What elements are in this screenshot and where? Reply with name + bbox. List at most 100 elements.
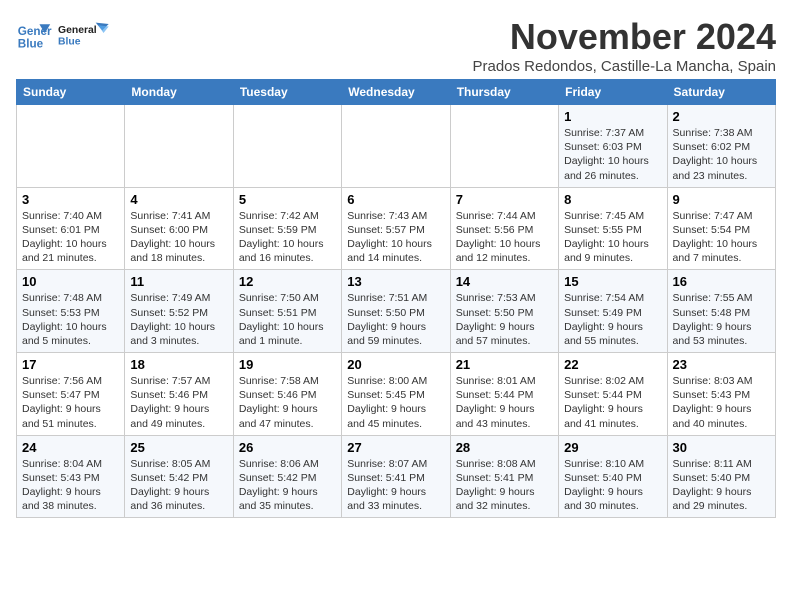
location-title: Prados Redondos, Castille-La Mancha, Spa… xyxy=(472,58,776,75)
calendar-cell: 3 Sunrise: 7:40 AM Sunset: 6:01 PM Daylig… xyxy=(17,187,125,270)
calendar-cell: 5 Sunrise: 7:42 AM Sunset: 5:59 PM Daylig… xyxy=(233,187,341,270)
day-number: 5 xyxy=(239,192,336,207)
calendar-cell: 30 Sunrise: 8:11 AM Sunset: 5:40 PM Dayli… xyxy=(667,435,775,518)
day-number: 10 xyxy=(22,274,119,289)
day-info: Sunrise: 7:40 AM Sunset: 6:01 PM Dayligh… xyxy=(22,209,119,266)
day-number: 6 xyxy=(347,192,444,207)
day-info: Sunrise: 8:03 AM Sunset: 5:43 PM Dayligh… xyxy=(673,374,770,431)
day-info: Sunrise: 8:02 AM Sunset: 5:44 PM Dayligh… xyxy=(564,374,661,431)
day-number: 18 xyxy=(130,357,227,372)
calendar-cell: 10 Sunrise: 7:48 AM Sunset: 5:53 PM Dayli… xyxy=(17,270,125,353)
calendar-cell: 26Sunrise: 8:06 AM Sunset: 5:42 PM Dayli… xyxy=(233,435,341,518)
day-number: 2 xyxy=(673,109,770,124)
calendar-cell: 28Sunrise: 8:08 AM Sunset: 5:41 PM Dayli… xyxy=(450,435,558,518)
calendar-cell: 22Sunrise: 8:02 AM Sunset: 5:44 PM Dayli… xyxy=(559,353,667,436)
day-info: Sunrise: 7:50 AM Sunset: 5:51 PM Dayligh… xyxy=(239,291,336,348)
day-info: Sunrise: 7:37 AM Sunset: 6:03 PM Dayligh… xyxy=(564,126,661,183)
day-number: 24 xyxy=(22,440,119,455)
day-number: 14 xyxy=(456,274,553,289)
day-info: Sunrise: 7:54 AM Sunset: 5:49 PM Dayligh… xyxy=(564,291,661,348)
month-title: November 2024 xyxy=(472,16,776,58)
day-info: Sunrise: 7:55 AM Sunset: 5:48 PM Dayligh… xyxy=(673,291,770,348)
weekday-header: Saturday xyxy=(667,80,775,105)
day-number: 3 xyxy=(22,192,119,207)
day-number: 8 xyxy=(564,192,661,207)
day-number: 4 xyxy=(130,192,227,207)
calendar-header-row: SundayMondayTuesdayWednesdayThursdayFrid… xyxy=(17,80,776,105)
day-number: 7 xyxy=(456,192,553,207)
calendar-cell: 21 Sunrise: 8:01 AM Sunset: 5:44 PM Dayli… xyxy=(450,353,558,436)
day-number: 13 xyxy=(347,274,444,289)
calendar-cell: 20 Sunrise: 8:00 AM Sunset: 5:45 PM Dayli… xyxy=(342,353,450,436)
calendar-cell: 8Sunrise: 7:45 AM Sunset: 5:55 PM Daylig… xyxy=(559,187,667,270)
calendar-cell xyxy=(233,105,341,188)
day-number: 23 xyxy=(673,357,770,372)
day-info: Sunrise: 8:01 AM Sunset: 5:44 PM Dayligh… xyxy=(456,374,553,431)
calendar-body: 1 Sunrise: 7:37 AM Sunset: 6:03 PM Daylig… xyxy=(17,105,776,518)
calendar-cell xyxy=(450,105,558,188)
logo: General Blue General Blue xyxy=(16,16,110,54)
day-info: Sunrise: 8:08 AM Sunset: 5:41 PM Dayligh… xyxy=(456,457,553,514)
calendar-cell xyxy=(125,105,233,188)
weekday-header: Thursday xyxy=(450,80,558,105)
day-info: Sunrise: 7:43 AM Sunset: 5:57 PM Dayligh… xyxy=(347,209,444,266)
day-info: Sunrise: 7:38 AM Sunset: 6:02 PM Dayligh… xyxy=(673,126,770,183)
calendar-table: SundayMondayTuesdayWednesdayThursdayFrid… xyxy=(16,79,776,518)
calendar-cell: 16 Sunrise: 7:55 AM Sunset: 5:48 PM Dayli… xyxy=(667,270,775,353)
day-number: 16 xyxy=(673,274,770,289)
calendar-week-row: 17Sunrise: 7:56 AM Sunset: 5:47 PM Dayli… xyxy=(17,353,776,436)
title-area: November 2024 Prados Redondos, Castille-… xyxy=(472,16,776,75)
svg-text:General: General xyxy=(58,25,97,36)
svg-text:Blue: Blue xyxy=(58,37,81,48)
calendar-week-row: 1 Sunrise: 7:37 AM Sunset: 6:03 PM Daylig… xyxy=(17,105,776,188)
day-number: 1 xyxy=(564,109,661,124)
day-info: Sunrise: 8:00 AM Sunset: 5:45 PM Dayligh… xyxy=(347,374,444,431)
day-info: Sunrise: 7:48 AM Sunset: 5:53 PM Dayligh… xyxy=(22,291,119,348)
day-number: 12 xyxy=(239,274,336,289)
calendar-cell: 9Sunrise: 7:47 AM Sunset: 5:54 PM Daylig… xyxy=(667,187,775,270)
calendar-cell: 27 Sunrise: 8:07 AM Sunset: 5:41 PM Dayli… xyxy=(342,435,450,518)
day-info: Sunrise: 7:51 AM Sunset: 5:50 PM Dayligh… xyxy=(347,291,444,348)
calendar-cell: 18Sunrise: 7:57 AM Sunset: 5:46 PM Dayli… xyxy=(125,353,233,436)
calendar-cell: 7 Sunrise: 7:44 AM Sunset: 5:56 PM Daylig… xyxy=(450,187,558,270)
day-number: 30 xyxy=(673,440,770,455)
calendar-cell: 2 Sunrise: 7:38 AM Sunset: 6:02 PM Daylig… xyxy=(667,105,775,188)
calendar-cell: 25 Sunrise: 8:05 AM Sunset: 5:42 PM Dayli… xyxy=(125,435,233,518)
day-info: Sunrise: 7:44 AM Sunset: 5:56 PM Dayligh… xyxy=(456,209,553,266)
day-number: 20 xyxy=(347,357,444,372)
weekday-header: Wednesday xyxy=(342,80,450,105)
calendar-week-row: 24 Sunrise: 8:04 AM Sunset: 5:43 PM Dayli… xyxy=(17,435,776,518)
day-number: 15 xyxy=(564,274,661,289)
day-number: 19 xyxy=(239,357,336,372)
calendar-week-row: 10 Sunrise: 7:48 AM Sunset: 5:53 PM Dayli… xyxy=(17,270,776,353)
day-info: Sunrise: 7:42 AM Sunset: 5:59 PM Dayligh… xyxy=(239,209,336,266)
calendar-week-row: 3 Sunrise: 7:40 AM Sunset: 6:01 PM Daylig… xyxy=(17,187,776,270)
day-info: Sunrise: 8:10 AM Sunset: 5:40 PM Dayligh… xyxy=(564,457,661,514)
calendar-cell: 29Sunrise: 8:10 AM Sunset: 5:40 PM Dayli… xyxy=(559,435,667,518)
day-info: Sunrise: 7:58 AM Sunset: 5:46 PM Dayligh… xyxy=(239,374,336,431)
day-info: Sunrise: 8:11 AM Sunset: 5:40 PM Dayligh… xyxy=(673,457,770,514)
calendar-cell: 14 Sunrise: 7:53 AM Sunset: 5:50 PM Dayli… xyxy=(450,270,558,353)
day-number: 21 xyxy=(456,357,553,372)
day-info: Sunrise: 8:05 AM Sunset: 5:42 PM Dayligh… xyxy=(130,457,227,514)
calendar-cell: 15 Sunrise: 7:54 AM Sunset: 5:49 PM Dayli… xyxy=(559,270,667,353)
calendar-cell: 12 Sunrise: 7:50 AM Sunset: 5:51 PM Dayli… xyxy=(233,270,341,353)
day-info: Sunrise: 7:47 AM Sunset: 5:54 PM Dayligh… xyxy=(673,209,770,266)
day-info: Sunrise: 8:06 AM Sunset: 5:42 PM Dayligh… xyxy=(239,457,336,514)
day-info: Sunrise: 8:04 AM Sunset: 5:43 PM Dayligh… xyxy=(22,457,119,514)
calendar-cell: 11Sunrise: 7:49 AM Sunset: 5:52 PM Dayli… xyxy=(125,270,233,353)
calendar-cell xyxy=(17,105,125,188)
day-info: Sunrise: 8:07 AM Sunset: 5:41 PM Dayligh… xyxy=(347,457,444,514)
calendar-cell xyxy=(342,105,450,188)
weekday-header: Friday xyxy=(559,80,667,105)
day-number: 17 xyxy=(22,357,119,372)
calendar-cell: 23 Sunrise: 8:03 AM Sunset: 5:43 PM Dayli… xyxy=(667,353,775,436)
calendar-cell: 1 Sunrise: 7:37 AM Sunset: 6:03 PM Daylig… xyxy=(559,105,667,188)
calendar-cell: 6 Sunrise: 7:43 AM Sunset: 5:57 PM Daylig… xyxy=(342,187,450,270)
day-number: 25 xyxy=(130,440,227,455)
day-info: Sunrise: 7:53 AM Sunset: 5:50 PM Dayligh… xyxy=(456,291,553,348)
calendar-cell: 19 Sunrise: 7:58 AM Sunset: 5:46 PM Dayli… xyxy=(233,353,341,436)
calendar-cell: 24 Sunrise: 8:04 AM Sunset: 5:43 PM Dayli… xyxy=(17,435,125,518)
day-number: 27 xyxy=(347,440,444,455)
svg-text:Blue: Blue xyxy=(18,38,44,51)
